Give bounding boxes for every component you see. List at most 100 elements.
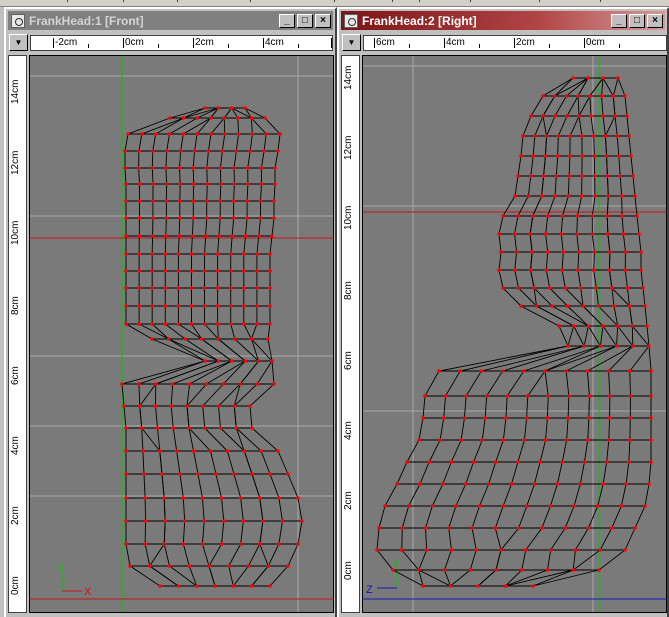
mesh-vertex: [153, 382, 158, 386]
mesh-vertex: [555, 482, 560, 486]
mesh-vertex: [231, 216, 236, 220]
mesh-vertex: [591, 268, 596, 272]
mesh-vertex: [246, 564, 251, 568]
mesh-vertex: [209, 132, 213, 136]
mesh-vertex: [607, 438, 611, 442]
mesh-vertex: [189, 322, 194, 326]
front-viewport-window[interactable]: FrankHead:1 [Front] _ □ × ▼ -2cm 0cm 2cm…: [4, 7, 337, 617]
mesh-vertex: [277, 542, 281, 546]
mesh-vertex: [627, 304, 632, 308]
mesh-vertex: [176, 304, 181, 308]
front-viewport[interactable]: Y X: [29, 55, 334, 613]
mesh-vertex: [477, 504, 482, 508]
mesh-vertex: [273, 182, 277, 186]
mesh-vertex: [649, 416, 653, 420]
minimize-button[interactable]: _: [611, 13, 627, 28]
mesh-vertex: [580, 154, 584, 158]
mesh-vertex: [163, 286, 168, 290]
mesh-edge: [505, 77, 634, 587]
mesh-vertex: [547, 286, 552, 290]
mesh-vertex: [567, 174, 571, 178]
mesh-vertex: [586, 324, 591, 328]
mesh-vertex: [647, 344, 651, 348]
mesh-vertex: [261, 519, 265, 523]
mesh-vertex: [222, 116, 227, 120]
mesh-edge: [202, 107, 246, 587]
mesh-vertex: [395, 482, 399, 486]
mesh-vertex: [207, 564, 211, 568]
mesh-vertex: [516, 526, 521, 530]
mesh-vertex: [255, 286, 259, 290]
mesh-vertex: [526, 194, 531, 198]
maximize-button[interactable]: □: [297, 13, 313, 28]
minimize-button[interactable]: _: [279, 13, 295, 28]
mesh-vertex: [236, 116, 240, 120]
axis-gizmo: Y X: [57, 562, 92, 598]
ruler-label: 4cm: [446, 37, 465, 48]
mesh-vertex: [278, 132, 282, 136]
front-viewport-canvas[interactable]: Y X: [30, 56, 334, 613]
mesh-vertex: [216, 359, 221, 363]
mesh-vertex: [202, 519, 207, 523]
mesh-vertex: [649, 394, 653, 398]
mesh-vertex: [464, 394, 468, 398]
mesh-vertex: [476, 584, 480, 588]
mesh-vertex: [564, 369, 568, 373]
mesh-vertex: [208, 449, 213, 453]
mesh-vertex: [576, 250, 581, 254]
right-window-titlebar[interactable]: FrankHead:2 [Right] _ □ ×: [341, 11, 665, 30]
mesh-vertex: [615, 324, 620, 328]
right-viewport-window[interactable]: FrankHead:2 [Right] _ □ × ▼ 6cm 4cm 2cm …: [337, 7, 669, 617]
mesh-vertex: [216, 337, 221, 341]
mesh-vertex: [268, 269, 272, 273]
maximize-button[interactable]: □: [629, 13, 645, 28]
mesh-vertex: [604, 460, 609, 464]
mesh-vertex: [236, 132, 241, 136]
window-app-icon: [344, 13, 358, 28]
mesh-vertex: [601, 76, 605, 80]
mesh-vertex: [499, 250, 503, 254]
ruler-label: 12cm: [343, 135, 354, 160]
viewport-menu-button[interactable]: ▼: [9, 34, 28, 51]
mesh-vertex: [441, 482, 445, 486]
mesh-vertex: [505, 394, 509, 398]
wireframe-mesh[interactable]: [375, 76, 653, 588]
wireframe-mesh[interactable]: [120, 106, 304, 588]
mesh-vertex: [633, 194, 637, 198]
mesh-vertex: [171, 426, 176, 430]
mesh-vertex: [268, 286, 272, 290]
mesh-vertex: [266, 337, 270, 341]
mesh-vertex: [458, 369, 462, 373]
mesh-vertex: [238, 496, 243, 500]
mesh-vertex: [474, 548, 478, 552]
mesh-vertex: [545, 568, 550, 572]
mesh-vertex: [124, 542, 128, 546]
mesh-vertex: [593, 194, 597, 198]
mesh-vertex: [228, 322, 233, 326]
mesh-vertex: [258, 216, 263, 220]
mesh-vertex: [528, 174, 533, 178]
mesh-vertex: [594, 286, 599, 290]
close-button[interactable]: ×: [315, 13, 331, 28]
viewport-menu-button[interactable]: ▼: [342, 34, 361, 51]
mesh-vertex: [170, 382, 175, 386]
mesh-vertex: [484, 394, 489, 398]
mesh-vertex: [550, 304, 554, 308]
close-button[interactable]: ×: [647, 13, 663, 28]
mesh-vertex: [540, 526, 544, 530]
mesh-vertex: [591, 134, 596, 138]
mesh-vertex: [137, 269, 141, 273]
mesh-vertex: [242, 269, 246, 273]
mesh-vertex: [571, 324, 576, 328]
right-viewport-canvas[interactable]: Y Z: [363, 56, 667, 613]
mesh-vertex: [501, 438, 506, 442]
right-viewport[interactable]: Y Z: [362, 55, 667, 613]
mesh-edge: [532, 77, 650, 587]
mesh-vertex: [137, 199, 142, 203]
mesh-vertex: [438, 438, 442, 442]
mesh-vertex: [442, 568, 447, 572]
mesh-vertex: [137, 216, 142, 220]
mesh-vertex: [163, 269, 168, 273]
mesh-vertex: [199, 337, 204, 341]
front-window-titlebar[interactable]: FrankHead:1 [Front] _ □ ×: [8, 11, 333, 30]
